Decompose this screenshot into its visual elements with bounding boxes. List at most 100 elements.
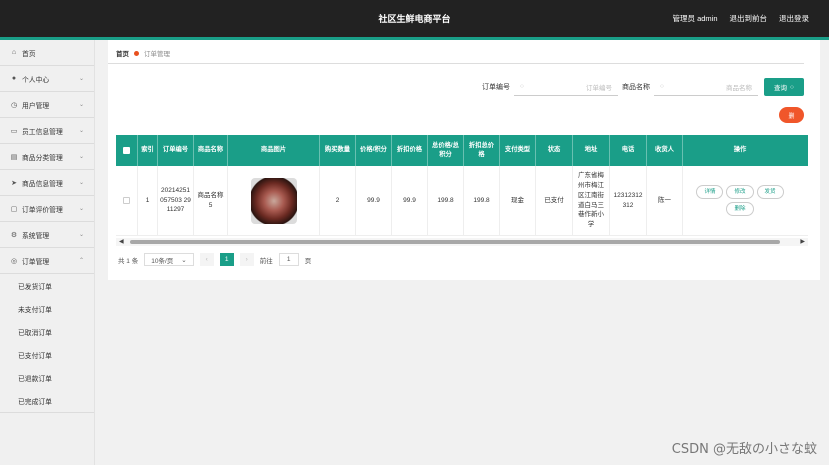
col-header: 购买数量 bbox=[320, 135, 356, 166]
sidebar-item-category[interactable]: ▤ 商品分类管理 ⌄ bbox=[0, 144, 94, 170]
select-all-cell bbox=[116, 135, 138, 166]
sidebar-item-label: 商品信息管理 bbox=[22, 180, 63, 188]
settings-icon: ⚙ bbox=[10, 231, 18, 239]
ship-button[interactable]: 发货 bbox=[756, 185, 784, 199]
sidebar-item-home[interactable]: ⌂ 首页 bbox=[0, 40, 94, 66]
cell-index: 1 bbox=[138, 166, 158, 235]
delete-button[interactable]: 删除 bbox=[726, 202, 754, 216]
col-header: 电话 bbox=[610, 135, 647, 166]
goto-page-input[interactable]: 1 bbox=[278, 253, 299, 266]
sidebar-item-label: 订单评价管理 bbox=[22, 206, 63, 214]
sidebar-sub-shipped[interactable]: 已发货订单 bbox=[0, 274, 94, 297]
cell-total: 199.8 bbox=[428, 166, 464, 235]
clock-icon: ◷ bbox=[10, 101, 18, 109]
product-image[interactable] bbox=[250, 177, 297, 224]
row-checkbox[interactable] bbox=[123, 197, 130, 204]
logout-link[interactable]: 退出登录 bbox=[779, 13, 809, 24]
scroll-right-icon[interactable]: ▶ bbox=[800, 238, 805, 245]
sidebar-item-label: 系统管理 bbox=[22, 232, 50, 240]
divider bbox=[108, 63, 804, 64]
breadcrumb: 首页 订单管理 bbox=[116, 48, 170, 58]
sidebar-item-products[interactable]: ➤ 商品信息管理 ⌄ bbox=[0, 170, 94, 196]
horizontal-scrollbar[interactable]: ◀ ▶ bbox=[116, 238, 808, 246]
main-panel: 首页 订单管理 订单编号 ○ 订单编号 商品名称 ○ 商品名称 查询 ○ 删 索… bbox=[108, 40, 820, 280]
order-no-search: 订单编号 ○ 订单编号 bbox=[482, 78, 618, 96]
page-size-select[interactable]: 10条/页 ⌄ bbox=[144, 253, 194, 266]
product-name-input[interactable]: ○ 商品名称 bbox=[654, 78, 758, 96]
scroll-left-icon[interactable]: ◀ bbox=[119, 238, 124, 245]
card-icon: ▤ bbox=[10, 153, 18, 161]
table-header: 索引 订单编号 商品名称 商品图片 购买数量 价格/积分 折扣价格 总价格/总积… bbox=[116, 135, 808, 166]
breadcrumb-current: 订单管理 bbox=[144, 51, 170, 58]
batch-delete-button[interactable]: 删 bbox=[779, 107, 804, 123]
send-icon: ➤ bbox=[11, 179, 17, 187]
sidebar-item-label: 首页 bbox=[22, 50, 36, 58]
watermark: CSDN @无敌の小さな蚊 bbox=[671, 442, 817, 457]
home-icon: ⌂ bbox=[11, 49, 17, 56]
sidebar-item-label: 个人中心 bbox=[22, 76, 50, 84]
order-icon: ◎ bbox=[10, 257, 18, 265]
sidebar-item-label: 用户管理 bbox=[22, 102, 50, 110]
sidebar-sub-refunded[interactable]: 已退款订单 bbox=[0, 366, 94, 389]
chevron-down-icon: ⌄ bbox=[78, 180, 84, 186]
cell-price: 99.9 bbox=[356, 166, 392, 235]
sidebar-item-label: 订单管理 bbox=[22, 258, 50, 266]
cell-address: 广东省梅州市梅江区江南街道白马三巷作新小学 bbox=[573, 166, 610, 235]
cell-image bbox=[228, 166, 320, 235]
sidebar-item-system[interactable]: ⚙ 系统管理 ⌄ bbox=[0, 222, 94, 248]
total-count: 共 1 条 bbox=[118, 257, 139, 265]
product-placeholder: 商品名称 bbox=[726, 84, 752, 92]
search-icon: ○ bbox=[520, 83, 524, 90]
sidebar-sub-unpaid[interactable]: 未支付订单 bbox=[0, 297, 94, 320]
order-no-input[interactable]: ○ 订单编号 bbox=[514, 78, 618, 96]
row-select-cell bbox=[116, 166, 138, 235]
user-icon: ● bbox=[11, 75, 17, 82]
col-header: 折扣总价格 bbox=[464, 135, 500, 166]
breadcrumb-dot-icon bbox=[134, 50, 139, 56]
sidebar-item-reviews[interactable]: ▢ 订单评价管理 ⌄ bbox=[0, 196, 94, 222]
breadcrumb-home[interactable]: 首页 bbox=[116, 48, 129, 58]
sidebar-sub-paid[interactable]: 已支付订单 bbox=[0, 343, 94, 366]
sidebar-sub-completed[interactable]: 已完成订单 bbox=[0, 389, 94, 412]
next-page-button[interactable]: › bbox=[239, 253, 254, 266]
top-bar: 社区生鲜电商平台 管理员 admin 退出到前台 退出登录 bbox=[0, 0, 829, 37]
col-header: 操作 bbox=[733, 146, 747, 154]
sidebar-item-label: 员工信息管理 bbox=[22, 128, 63, 136]
col-header: 折扣价格 bbox=[392, 135, 428, 166]
col-header: 商品图片 bbox=[228, 135, 320, 166]
cell-actions: 详情 修改 发货 删除 bbox=[683, 166, 797, 235]
chevron-down-icon: ⌄ bbox=[78, 232, 84, 238]
edit-button[interactable]: 修改 bbox=[726, 185, 754, 199]
sidebar-item-orders[interactable]: ◎ 订单管理 ⌃ bbox=[0, 248, 94, 274]
chevron-down-icon: ⌄ bbox=[78, 102, 84, 108]
cell-discount-price: 99.9 bbox=[392, 166, 428, 235]
back-to-front-link[interactable]: 退出到前台 bbox=[730, 13, 768, 24]
delete-label: 删除 bbox=[734, 205, 746, 212]
chat-icon: ▢ bbox=[10, 205, 18, 213]
col-header: 商品名称 bbox=[194, 135, 228, 166]
col-header: 订单编号 bbox=[158, 135, 194, 166]
pagination: 共 1 条 10条/页 ⌄ ‹ 1 › 前往 1 页 bbox=[118, 253, 311, 266]
detail-button[interactable]: 详情 bbox=[696, 185, 724, 199]
query-button-label: 查询 bbox=[774, 85, 788, 92]
select-all-checkbox[interactable] bbox=[123, 147, 130, 154]
col-header: 状态 bbox=[536, 135, 573, 166]
product-search: 商品名称 ○ 商品名称 bbox=[622, 78, 758, 96]
scrollbar-thumb[interactable] bbox=[130, 240, 780, 244]
product-label: 商品名称 bbox=[622, 84, 650, 91]
chevron-down-icon: ⌄ bbox=[78, 154, 84, 160]
current-page[interactable]: 1 bbox=[219, 253, 234, 266]
chevron-down-icon: ⌄ bbox=[78, 76, 84, 82]
cell-product: 商品名称5 bbox=[194, 166, 228, 235]
prev-page-button[interactable]: ‹ bbox=[199, 253, 214, 266]
edit-label: 修改 bbox=[734, 188, 746, 195]
sidebar-item-users[interactable]: ◷ 用户管理 ⌄ bbox=[0, 92, 94, 118]
monitor-icon: ▭ bbox=[10, 127, 18, 135]
batch-delete-label: 删 bbox=[788, 113, 795, 120]
sidebar: ⌂ 首页 ● 个人中心 ⌄ ◷ 用户管理 ⌄ ▭ 员工信息管理 ⌄ ▤ 商品分类… bbox=[0, 40, 95, 465]
table-row: 1 20214251057503 2911297 商品名称5 2 99.9 99… bbox=[116, 166, 808, 236]
query-button[interactable]: 查询 ○ bbox=[764, 78, 804, 96]
sidebar-item-staff[interactable]: ▭ 员工信息管理 ⌄ bbox=[0, 118, 94, 144]
sidebar-item-profile[interactable]: ● 个人中心 ⌄ bbox=[0, 66, 94, 92]
sidebar-sub-cancelled[interactable]: 已取消订单 bbox=[0, 320, 94, 343]
